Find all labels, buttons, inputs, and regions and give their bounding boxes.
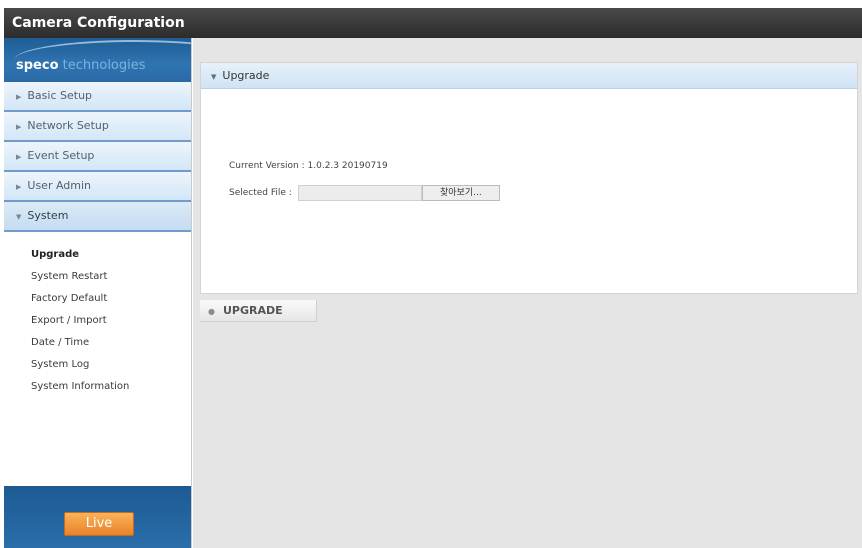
bullet-icon: ● xyxy=(208,307,215,316)
submenu-item-system-log[interactable]: System Log xyxy=(31,354,191,376)
menu-item-system[interactable]: ▼ System xyxy=(4,202,191,232)
upgrade-panel: ▼ Upgrade Current Version : 1.0.2.3 20190… xyxy=(200,62,858,294)
system-submenu: Upgrade System Restart Factory Default E… xyxy=(4,232,191,398)
menu-item-basic-setup[interactable]: ▶ Basic Setup xyxy=(4,82,191,112)
menu-item-label: User Admin xyxy=(27,179,92,192)
submenu-item-date-time[interactable]: Date / Time xyxy=(31,332,191,354)
logo-text: speco technologies xyxy=(16,58,146,73)
chevron-down-icon: ▼ xyxy=(16,213,22,221)
selected-file-label: Selected File : xyxy=(229,188,292,198)
window-title: Camera Configuration xyxy=(4,8,862,38)
submenu-item-upgrade[interactable]: Upgrade xyxy=(31,244,191,266)
brand-logo: speco technologies xyxy=(4,38,191,82)
current-version-value: 1.0.2.3 20190719 xyxy=(307,161,388,171)
menu-item-label: System xyxy=(27,209,69,222)
chevron-right-icon: ▶ xyxy=(16,183,22,191)
submenu-item-export-import[interactable]: Export / Import xyxy=(31,310,191,332)
menu-item-network-setup[interactable]: ▶ Network Setup xyxy=(4,112,191,142)
menu-item-user-admin[interactable]: ▶ User Admin xyxy=(4,172,191,202)
chevron-right-icon: ▶ xyxy=(16,93,22,101)
sidebar: speco technologies ▶ Basic Setup ▶ Network… xyxy=(4,38,192,548)
menu-item-event-setup[interactable]: ▶ Event Setup xyxy=(4,142,191,172)
submenu-item-system-restart[interactable]: System Restart xyxy=(31,266,191,288)
selected-file-input[interactable] xyxy=(297,185,422,201)
browse-button[interactable]: 찾아보기... xyxy=(421,185,500,201)
main-content: ▼ Upgrade Current Version : 1.0.2.3 20190… xyxy=(193,38,862,548)
chevron-right-icon: ▶ xyxy=(16,123,22,131)
menu-item-label: Basic Setup xyxy=(27,89,93,102)
menu-item-label: Event Setup xyxy=(27,149,95,162)
live-footer: Live xyxy=(4,486,191,548)
chevron-down-icon: ▼ xyxy=(211,73,217,81)
logo-brand-strong: speco xyxy=(16,58,59,73)
live-button[interactable]: Live xyxy=(64,512,134,536)
panel-title: Upgrade xyxy=(222,69,270,82)
logo-brand-soft: technologies xyxy=(62,58,146,73)
current-version-row: Current Version : 1.0.2.3 20190719 xyxy=(229,161,388,171)
current-version-label: Current Version : xyxy=(229,161,305,171)
upgrade-button-label: UPGRADE xyxy=(222,304,283,317)
menu-item-label: Network Setup xyxy=(27,119,109,132)
submenu-item-system-information[interactable]: System Information xyxy=(31,376,191,398)
selected-file-row: Selected File : 찾아보기... xyxy=(229,185,500,201)
submenu-item-factory-default[interactable]: Factory Default xyxy=(31,288,191,310)
upgrade-button[interactable]: ● UPGRADE xyxy=(200,300,317,322)
panel-header[interactable]: ▼ Upgrade xyxy=(201,63,857,89)
chevron-right-icon: ▶ xyxy=(16,153,22,161)
